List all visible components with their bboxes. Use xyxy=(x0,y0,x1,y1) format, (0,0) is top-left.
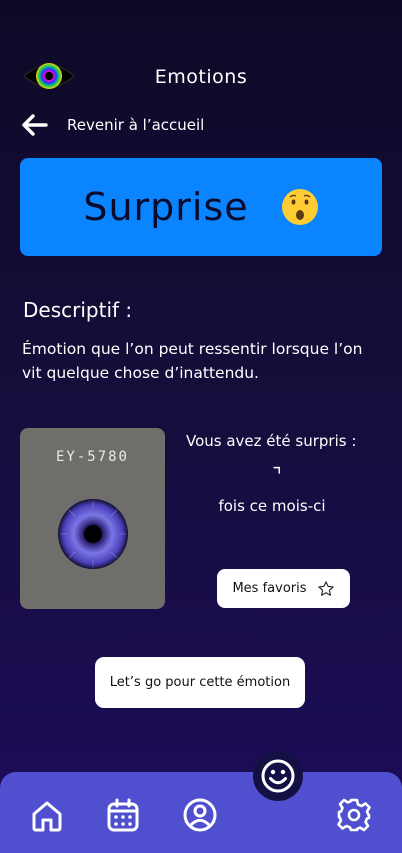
star-outline-icon[interactable] xyxy=(317,580,335,598)
app-title: Emotions xyxy=(154,66,248,88)
surprise-count-value: ⌝ xyxy=(272,463,282,487)
surprise-count-suffix: fois ce mois-ci xyxy=(218,497,326,515)
start-emotion-button-label[interactable]: Let’s go pour cette émotion xyxy=(110,675,290,690)
home-icon[interactable] xyxy=(30,799,64,833)
back-link[interactable]: Revenir à l’accueil xyxy=(20,112,204,138)
surprise-count-label: Vous avez été surpris : xyxy=(186,432,357,450)
emotion-banner: Surprise xyxy=(20,158,382,256)
calendar-icon[interactable] xyxy=(106,798,140,832)
surprised-face-emoji xyxy=(281,189,318,225)
blue-iris-icon xyxy=(58,499,128,569)
card-code: EY-5780 xyxy=(55,449,129,465)
start-emotion-button[interactable]: Let’s go pour cette émotion xyxy=(95,657,305,708)
back-label[interactable]: Revenir à l’accueil xyxy=(67,116,204,134)
profile-icon[interactable] xyxy=(183,798,217,832)
arrow-left-icon[interactable] xyxy=(20,113,48,137)
favorites-button-label[interactable]: Mes favoris xyxy=(232,581,306,596)
emotion-name: Surprise xyxy=(83,185,249,229)
smiley-button[interactable] xyxy=(253,751,303,801)
bottom-navbar xyxy=(0,772,402,853)
favorites-button[interactable]: Mes favoris xyxy=(217,569,350,608)
description-text: Émotion que l’on peut ressentir lorsque … xyxy=(22,340,363,382)
description-title: Descriptif : xyxy=(23,298,133,322)
emotion-card: EY-5780 xyxy=(20,428,165,609)
settings-gear-icon[interactable] xyxy=(337,798,371,832)
header: Emotions xyxy=(0,58,402,94)
smiley-icon[interactable] xyxy=(261,759,295,793)
